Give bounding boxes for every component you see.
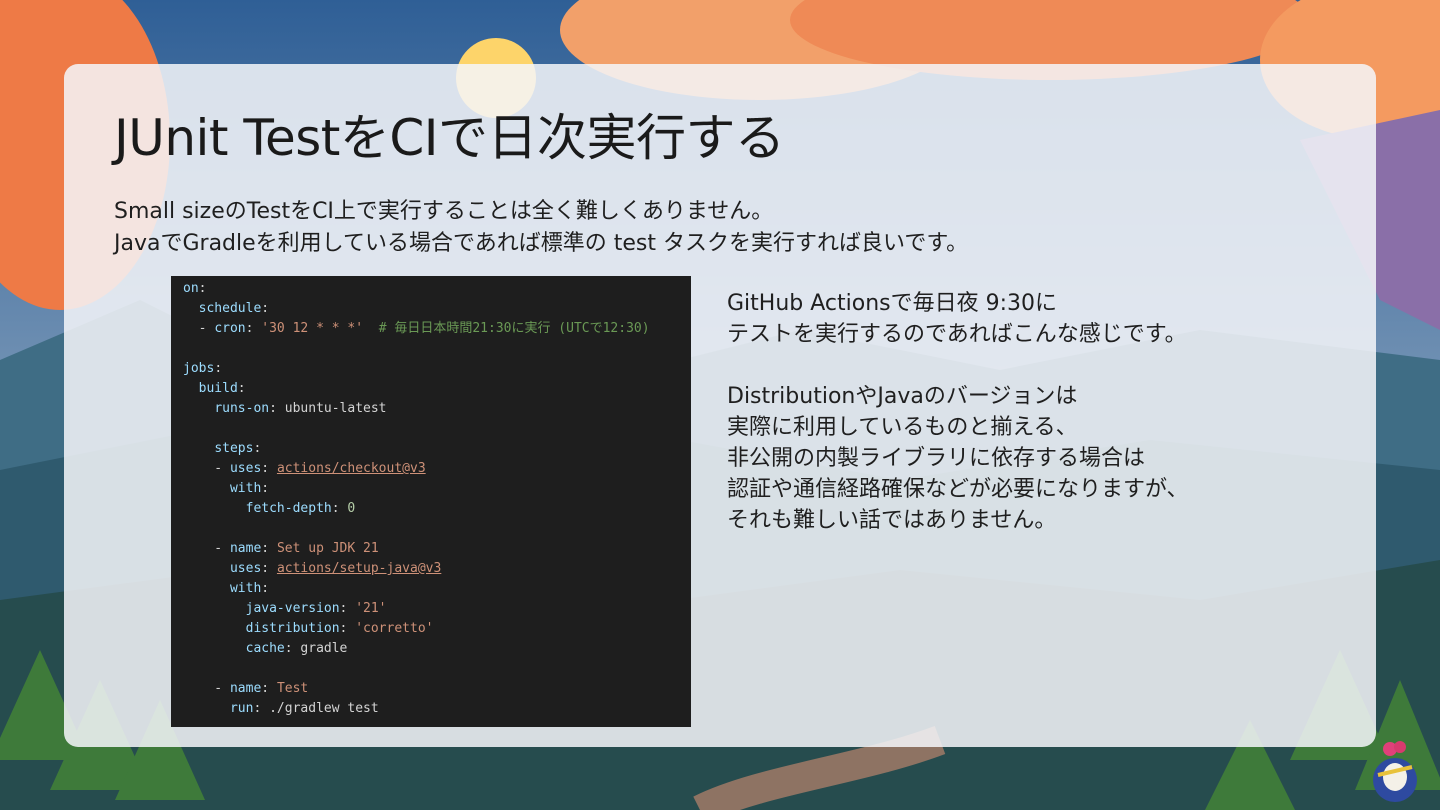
side-line: GitHub Actionsで毎日夜 9:30に: [727, 291, 1057, 316]
code-link[interactable]: actions/setup-java@v3: [277, 561, 441, 576]
code-token: name: [229, 541, 262, 556]
code-token: steps: [214, 441, 254, 456]
side-line: それも難しい話ではありません。: [727, 508, 1057, 533]
intro-text: Small sizeのTestをCI上で実行することは全く難しくありません。 J…: [114, 196, 968, 260]
code-token: uses: [229, 561, 262, 576]
code-block: on: schedule: - cron: '30 12 * * *' # 毎日…: [171, 276, 691, 727]
code-token: 'corretto': [355, 621, 434, 636]
code-token: jobs: [183, 361, 215, 376]
code-token: distribution: [245, 621, 340, 636]
code-comment: # 毎日日本時間21:30に実行 (UTCで12:30): [378, 321, 650, 336]
code-token: '30 12 * * *': [261, 321, 364, 336]
code-token: on: [183, 281, 199, 296]
duke-mascot-icon: [1373, 741, 1417, 802]
code-token: fetch-depth: [245, 501, 332, 516]
code-token: runs-on: [214, 401, 270, 416]
code-token: Set up JDK 21: [276, 541, 379, 556]
code-token: with: [229, 481, 262, 496]
side-line: DistributionやJavaのバージョンは: [727, 384, 1078, 409]
code-token: ./gradlew test: [269, 701, 379, 716]
code-token: Test: [276, 681, 309, 696]
code-token: uses: [229, 461, 262, 476]
intro-line: Small sizeのTestをCI上で実行することは全く難しくありません。: [114, 199, 774, 224]
code-token: gradle: [300, 641, 348, 656]
code-token: 0: [347, 501, 356, 516]
intro-line: JavaでGradleを利用している場合であれば標準の test タスクを実行す…: [114, 231, 969, 256]
code-token: java-version: [245, 601, 340, 616]
code-token: '21': [355, 601, 387, 616]
side-line: 非公開の内製ライブラリに依存する場合は: [727, 446, 1146, 471]
side-line: 認証や通信経路確保などが必要になりますが、: [727, 477, 1189, 502]
code-link[interactable]: actions/checkout@v3: [277, 461, 426, 476]
code-token: ubuntu-latest: [284, 401, 387, 416]
code-text: on: schedule: - cron: '30 12 * * *' # 毎日…: [183, 281, 650, 716]
code-token: cache: [245, 641, 285, 656]
side-text: GitHub Actionsで毎日夜 9:30に テストを実行するのであればこん…: [727, 288, 1189, 567]
slide-title: JUnit TestをCIで日次実行する: [114, 109, 785, 167]
code-token: with: [229, 581, 262, 596]
code-token: cron: [214, 321, 246, 336]
code-token: schedule: [198, 301, 262, 316]
code-token: build: [198, 381, 238, 396]
side-line: テストを実行するのであればこんな感じです。: [727, 322, 1187, 347]
code-token: name: [229, 681, 262, 696]
side-paragraph: DistributionやJavaのバージョンは 実際に利用しているものと揃える…: [727, 381, 1189, 536]
side-line: 実際に利用しているものと揃える、: [727, 415, 1078, 440]
code-token: run: [229, 701, 254, 716]
side-paragraph: GitHub Actionsで毎日夜 9:30に テストを実行するのであればこん…: [727, 288, 1189, 350]
